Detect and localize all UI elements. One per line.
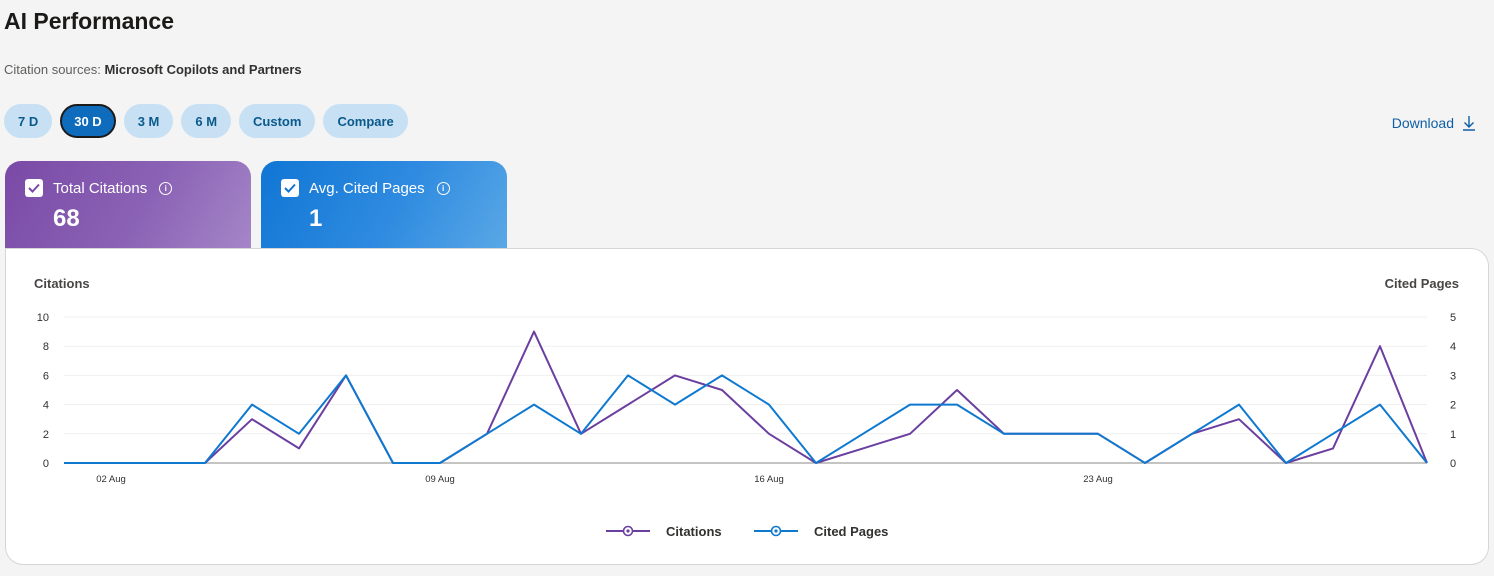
legend-item[interactable]: Citations: [606, 524, 722, 539]
avg-cited-pages-card[interactable]: Avg. Cited Pages i 1: [261, 161, 507, 249]
filter-3m-button[interactable]: 3 M: [123, 104, 174, 138]
right-tick-label: 2: [1450, 400, 1456, 412]
chart-panel: Citations Cited Pages 0 2 4 6 8 10 0 1 2 3 4 5 02 Au…: [5, 248, 1489, 565]
left-tick-label: 8: [43, 341, 49, 353]
date-range-filters: 7 D 30 D 3 M 6 M Custom Compare: [4, 104, 408, 138]
sources-value: Microsoft Copilots and Partners: [104, 62, 302, 77]
filter-7d-button[interactable]: 7 D: [4, 104, 53, 138]
legend-label: Citations: [666, 524, 722, 539]
download-arrow-icon: [1463, 116, 1475, 131]
x-tick-label: 09 Aug: [425, 474, 455, 485]
left-tick-label: 10: [37, 312, 49, 324]
total-citations-value: 68: [53, 205, 80, 232]
legend-label: Cited Pages: [814, 524, 888, 539]
right-tick-label: 3: [1450, 370, 1456, 382]
left-tick-label: 4: [43, 400, 49, 412]
avg-cited-pages-value: 1: [309, 205, 323, 232]
right-tick-label: 0: [1450, 458, 1456, 470]
download-label: Download: [1391, 115, 1454, 131]
series-line-cited-pages[interactable]: [64, 374, 1428, 464]
left-tick-label: 6: [43, 370, 49, 382]
filter-30d-button[interactable]: 30 D: [60, 104, 116, 138]
legend-item[interactable]: Cited Pages: [754, 524, 888, 539]
right-tick-label: 5: [1450, 312, 1456, 324]
legend-marker-dot: [626, 529, 630, 533]
citation-sources: Citation sources: Microsoft Copilots and…: [4, 62, 302, 77]
left-axis-title: Citations: [34, 276, 90, 291]
total-citations-checkbox[interactable]: [25, 179, 43, 197]
filter-6m-button[interactable]: 6 M: [181, 104, 232, 138]
left-tick-label: 2: [43, 429, 49, 441]
checkmark-icon: [284, 183, 296, 193]
line-chart: Citations Cited Pages 0 2 4 6 8 10 0 1 2 3 4 5 02 Au…: [34, 276, 1459, 539]
avg-cited-pages-checkbox[interactable]: [281, 179, 299, 197]
filter-custom-button[interactable]: Custom: [239, 104, 316, 138]
x-tick-label: 16 Aug: [754, 474, 784, 485]
filter-compare-button[interactable]: Compare: [323, 104, 408, 138]
download-button[interactable]: Download: [1392, 115, 1476, 131]
series-line-citations[interactable]: [64, 330, 1428, 464]
page-title: AI Performance: [4, 8, 175, 34]
right-tick-label: 1: [1450, 429, 1456, 441]
x-tick-label: 23 Aug: [1083, 474, 1113, 485]
checkmark-icon: [28, 183, 40, 193]
total-citations-card[interactable]: Total Citations i 68: [5, 161, 251, 249]
x-tick-label: 02 Aug: [96, 474, 126, 485]
avg-cited-pages-label: Avg. Cited Pages: [309, 179, 425, 197]
info-icon[interactable]: i: [436, 181, 450, 195]
info-icon[interactable]: i: [159, 181, 173, 195]
left-tick-label: 0: [43, 458, 49, 470]
right-axis-title: Cited Pages: [1385, 276, 1459, 291]
right-tick-label: 4: [1450, 341, 1456, 353]
sources-label: Citation sources:: [4, 62, 101, 77]
total-citations-label: Total Citations: [53, 179, 148, 197]
legend-marker-dot: [774, 529, 778, 533]
